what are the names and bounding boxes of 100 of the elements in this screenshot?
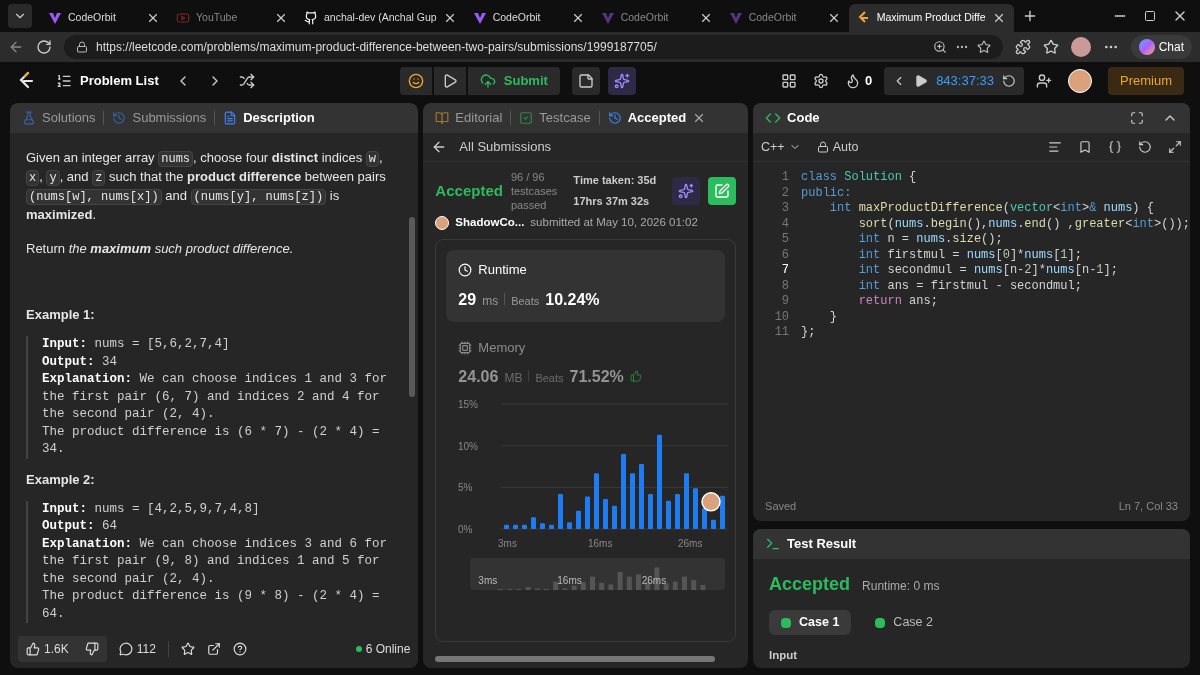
browser-tab[interactable]: CodeOrbit <box>720 4 849 32</box>
reset-icon[interactable] <box>1002 74 1016 88</box>
beats-label: Beats <box>535 371 564 387</box>
play-icon[interactable] <box>914 74 929 88</box>
example-line: The product difference is (6 * 7) - (2 * 4) = 34. <box>42 423 381 458</box>
bar <box>630 473 636 530</box>
comments-button[interactable]: 112 <box>118 640 156 658</box>
star-icon[interactable] <box>976 40 991 54</box>
shuffle-icon[interactable] <box>238 73 255 89</box>
line-number: 6 <box>780 247 790 263</box>
tab-title: CodeOrbit <box>620 10 670 26</box>
browser-tab[interactable]: Maximum Product Diffe <box>848 4 1014 32</box>
browser-tab[interactable]: CodeOrbit <box>464 4 593 32</box>
panel-tab[interactable]: Description <box>223 108 315 128</box>
fullscreen-icon[interactable] <box>1130 111 1144 125</box>
braces-icon[interactable] <box>1108 140 1122 154</box>
invite-icon[interactable] <box>1036 73 1052 89</box>
panel-title: Test Result <box>787 535 857 554</box>
bar <box>594 473 600 530</box>
url-text: https://leetcode.com/problems/maximum-product-difference-between-two-pairs/submissions/1999187705/ <box>96 39 658 56</box>
browser-tab[interactable]: CodeOrbit <box>40 4 168 32</box>
edit-button[interactable] <box>708 177 737 205</box>
tab-title: CodeOrbit <box>748 10 798 26</box>
lock-icon <box>76 41 88 53</box>
line-number: 9 <box>780 294 790 310</box>
example-line: Input: nums = [4,2,5,9,7,4,8] <box>42 500 261 518</box>
bar <box>648 494 654 530</box>
all-submissions-link[interactable]: All Submissions <box>459 137 552 157</box>
close-icon[interactable] <box>146 11 160 25</box>
maximize-icon[interactable] <box>1144 10 1156 22</box>
settings-icon[interactable] <box>812 73 829 89</box>
profile-avatar[interactable] <box>1070 37 1091 57</box>
code-line: return ans; <box>857 294 938 310</box>
panel-tab[interactable]: Testcase <box>519 108 591 128</box>
runtime-text: Runtime: 0 ms <box>862 578 940 595</box>
github-icon <box>304 11 318 25</box>
cloud-upload-icon <box>479 73 496 89</box>
browser-tab[interactable]: CodeOrbit <box>592 4 721 32</box>
panel-tab[interactable]: Submissions <box>112 108 207 128</box>
submit-button[interactable]: Submit <box>467 67 560 95</box>
share-icon[interactable] <box>206 642 221 656</box>
debug-button[interactable] <box>399 67 432 95</box>
ai-button[interactable] <box>607 67 636 95</box>
bar <box>522 525 528 530</box>
panel-tab[interactable]: Editorial <box>435 108 503 128</box>
tick-label: 26ms <box>678 538 703 550</box>
premium-button[interactable]: Premium <box>1108 67 1184 95</box>
star-icon[interactable] <box>180 642 195 656</box>
runtime-value: 29 <box>458 289 477 310</box>
help-icon[interactable] <box>232 642 247 656</box>
avatar-marker <box>701 492 722 512</box>
bar <box>720 495 726 530</box>
bar <box>702 508 708 530</box>
bar <box>603 499 609 530</box>
layout-icon[interactable] <box>780 73 797 89</box>
code-line: int firstmul = nums[0]*nums[1]; <box>857 247 1082 263</box>
testcases-text: 96 / 96 <box>510 170 546 184</box>
memory-value: 24.06 <box>458 367 499 388</box>
zoom-icon[interactable] <box>932 40 947 54</box>
format-icon[interactable] <box>1048 140 1062 154</box>
line-number: 2 <box>780 185 790 201</box>
code-line: public: <box>801 185 852 201</box>
sparkles-icon <box>678 183 695 199</box>
chat-button[interactable]: Chat <box>1130 35 1192 59</box>
panel-tab[interactable]: Solutions <box>22 108 96 128</box>
close-icon[interactable] <box>274 11 288 25</box>
browser-tab[interactable]: YouTube <box>168 4 296 32</box>
bar <box>585 496 591 530</box>
expand-icon[interactable] <box>1168 140 1182 154</box>
example-line: The product difference is (9 * 8) - (2 * 4) = 64. <box>42 588 381 623</box>
sparkles-icon <box>613 73 630 89</box>
problem-list-link[interactable]: Problem List <box>80 71 159 91</box>
example-title: Example 1: <box>26 306 95 324</box>
example-line: Explanation: We can choose indices 3 and 6 for the first pair (9, 8) and indices 1 and 5 for the second pair (2, 4). <box>42 535 389 588</box>
problem-text: Return the maximum such product difference. <box>26 240 295 258</box>
bar <box>513 525 519 530</box>
code-line: int maxProductDifference(vector<int>& nums) { <box>828 201 1154 217</box>
example-line: Explanation: We can choose indices 1 and 3 for the first pair (6, 7) and indices 2 and 4 for the second pair (2, 4). <box>42 371 389 423</box>
run-button[interactable] <box>433 67 466 95</box>
address-bar[interactable]: https://leetcode.com/problems/maximum-product-difference-between-two-pairs/submissions/1999187705/ <box>64 35 1003 59</box>
tab-list-button[interactable] <box>8 4 32 28</box>
case-tab[interactable]: Case 1 <box>769 610 852 635</box>
case-tab[interactable]: Case 2 <box>863 610 945 635</box>
extensions-icon[interactable] <box>1014 39 1031 55</box>
scrollbar-thumb[interactable] <box>409 217 416 397</box>
reload-icon[interactable] <box>36 39 52 55</box>
back-icon[interactable] <box>8 39 24 55</box>
ai-button[interactable] <box>672 177 701 205</box>
reset-icon[interactable] <box>1138 140 1152 154</box>
browser-tab[interactable]: anchal-dev (Anchal Gup <box>296 4 465 32</box>
bookmark-icon[interactable] <box>1078 140 1092 154</box>
favorites-icon[interactable] <box>1042 39 1059 55</box>
memory-unit: MB <box>504 370 523 388</box>
panel-tab[interactable]: Accepted <box>607 108 707 128</box>
thumbs-up-icon <box>26 642 40 656</box>
user-avatar[interactable] <box>1068 69 1092 93</box>
language-select[interactable]: C++ <box>761 137 801 157</box>
note-button[interactable] <box>571 67 600 95</box>
bar <box>576 510 582 530</box>
video-icon <box>176 11 190 25</box>
